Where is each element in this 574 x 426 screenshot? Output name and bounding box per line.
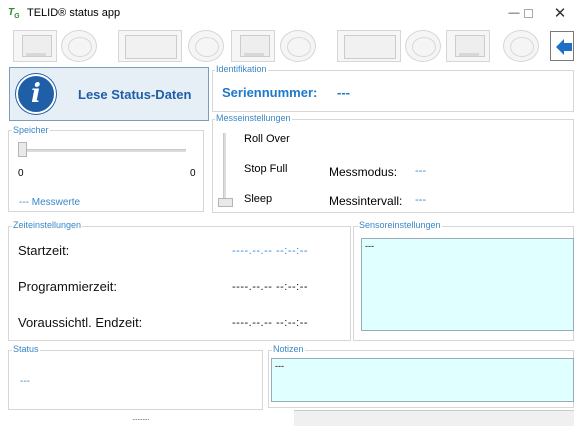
speicher-slider-track[interactable]	[19, 149, 186, 152]
device-sensor-icon[interactable]	[446, 30, 490, 62]
endzeit-label: Voraussichtl. Endzeit:	[18, 315, 143, 330]
messeinstellungen-label: Messeinstellungen	[215, 113, 292, 123]
sensoreinstellungen-label: Sensoreinstellungen	[358, 220, 442, 230]
sensoreinstellungen-textarea[interactable]: ---	[361, 238, 574, 331]
messmodus-label: Messmodus:	[329, 165, 398, 179]
programmierzeit-value: ----.--.-- --:--:--	[232, 281, 309, 293]
slider-min-value: 0	[18, 168, 24, 179]
lese-status-button[interactable]: i Lese Status-Daten	[9, 67, 209, 121]
status-group	[8, 350, 263, 410]
messintervall-label: Messintervall:	[329, 194, 403, 208]
device-round-icon[interactable]	[503, 30, 539, 62]
notizen-textarea[interactable]: ---	[271, 358, 574, 402]
device-round-icon[interactable]	[61, 30, 97, 62]
device-label-icon[interactable]	[118, 30, 182, 62]
device-sensor-icon[interactable]	[13, 30, 57, 62]
mode-stop-full[interactable]: Stop Full	[244, 163, 287, 175]
zeiteinstellungen-label: Zeiteinstellungen	[12, 220, 83, 230]
device-sensor-icon[interactable]	[231, 30, 275, 62]
status-value: ---	[20, 376, 30, 387]
speicher-label: Speicher	[12, 125, 50, 135]
arrow-left-icon[interactable]	[550, 31, 574, 61]
bottom-right-pane	[294, 410, 574, 426]
device-round-icon[interactable]	[280, 30, 316, 62]
maximize-button[interactable]	[511, 2, 545, 24]
close-button[interactable]: ✕	[543, 2, 574, 24]
status-label: Status	[12, 344, 40, 354]
device-round-icon[interactable]	[188, 30, 224, 62]
mode-sleep[interactable]: Sleep	[244, 193, 272, 205]
speicher-slider-thumb[interactable]	[18, 142, 27, 157]
lese-status-label: Lese Status-Daten	[78, 86, 192, 102]
seriennummer-value: ---	[337, 85, 350, 100]
endzeit-value: ----.--.-- --:--:--	[232, 317, 309, 329]
bottom-left-pane	[8, 410, 294, 426]
messwerte-text: --- Messwerte	[19, 197, 81, 208]
info-icon: i	[16, 74, 56, 114]
notizen-label: Notizen	[272, 344, 305, 354]
mode-slider-track[interactable]	[223, 133, 226, 198]
messintervall-value: ---	[415, 194, 426, 206]
messmodus-value: ---	[415, 165, 426, 177]
resize-grip-icon[interactable]: ··········	[132, 415, 150, 424]
app-logo: TG	[8, 7, 20, 20]
startzeit-label: Startzeit:	[18, 243, 70, 258]
identifikation-label: Identifikation	[215, 64, 268, 74]
device-round-icon[interactable]	[405, 30, 441, 62]
window-title: TELID® status app	[27, 7, 121, 19]
mode-roll-over[interactable]: Roll Over	[244, 133, 290, 145]
mode-slider-thumb[interactable]	[218, 198, 233, 207]
startzeit-value: ----.--.-- --:--:--	[232, 245, 309, 257]
slider-max-value: 0	[190, 168, 196, 179]
device-label-icon[interactable]	[337, 30, 401, 62]
programmierzeit-label: Programmierzeit:	[18, 279, 117, 294]
seriennummer-label: Seriennummer:	[222, 85, 318, 100]
